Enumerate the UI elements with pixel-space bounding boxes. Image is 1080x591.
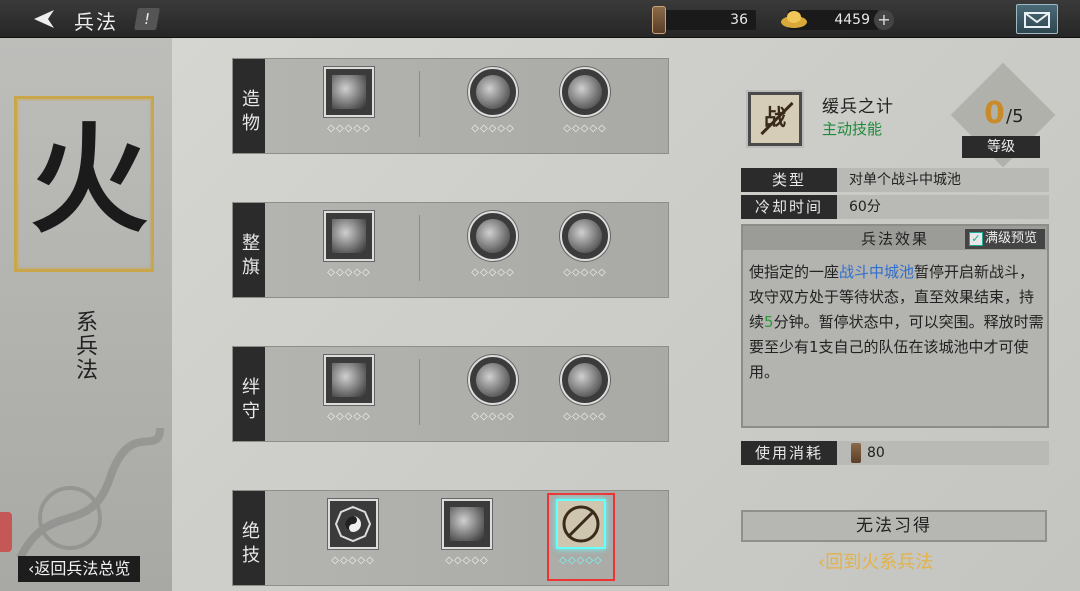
row-label: 整旗 <box>233 203 265 297</box>
attr-value: 对单个战斗中城池 <box>849 172 961 188</box>
return-overview-button[interactable]: ‹返回兵法总览 <box>18 556 141 582</box>
skill-row-2: 整旗 ◇◇◇◇◇ ◇◇◇◇◇ ◇◇◇◇◇ <box>232 202 669 298</box>
effect-panel: 兵法效果 ✓ 满级预览 使指定的一座战斗中城池暂停开启新战斗，攻守双方处于等待状… <box>741 224 1049 428</box>
banner-icon <box>560 67 610 117</box>
gold-ingot-icon <box>781 11 807 28</box>
top-bar: 兵法 ! 36 4459 + <box>0 0 1080 38</box>
skill-name: 缓兵之计 <box>822 97 894 117</box>
attr-row-type: 类型 对单个战斗中城池 <box>741 168 1049 192</box>
level-max: /5 <box>1006 106 1024 127</box>
school-label: 系兵法 <box>72 310 97 382</box>
effect-title: 兵法效果 <box>861 230 930 248</box>
cannon-troops-icon <box>560 355 610 405</box>
skill-level-dots: ◇◇◇◇◇ <box>559 555 603 566</box>
skill-slot-selected[interactable]: ◇◇◇◇◇ <box>547 493 615 581</box>
mail-icon[interactable] <box>1016 4 1058 34</box>
skill-slot[interactable]: ◇◇◇◇◇ <box>557 355 613 431</box>
token-icon <box>851 443 861 463</box>
side-tab[interactable] <box>0 512 12 552</box>
no-battle-icon <box>556 499 606 549</box>
row-divider <box>419 215 420 281</box>
school-panel: 火 系兵法 <box>0 38 172 591</box>
skill-level-dots: ◇◇◇◇◇ <box>445 555 489 566</box>
max-preview-label: 满级预览 <box>985 231 1038 246</box>
token-count: 36 <box>660 10 756 30</box>
attr-key: 冷却时间 <box>741 195 837 219</box>
checkbox-checked-icon[interactable]: ✓ <box>969 232 983 246</box>
cost-key: 使用消耗 <box>741 441 837 465</box>
skill-level-dots: ◇◇◇◇◇ <box>327 411 371 422</box>
skill-slot[interactable]: ◇◇◇◇◇ <box>465 355 521 431</box>
skill-level-dots: ◇◇◇◇◇ <box>331 555 375 566</box>
skill-slot[interactable]: ◇◇◇◇◇ <box>465 211 521 287</box>
return-fire-school-link[interactable]: ‹回到火系兵法 <box>818 548 933 574</box>
info-icon[interactable]: ! <box>134 8 160 30</box>
add-gold-button[interactable]: + <box>874 10 894 30</box>
cost-value: 80 <box>867 445 885 461</box>
page-title: 兵法 <box>74 10 118 34</box>
back-arrow-icon[interactable] <box>24 6 60 32</box>
row-label: 造物 <box>233 59 265 153</box>
row-label: 绊守 <box>233 347 265 441</box>
level-label: 等级 <box>962 136 1040 158</box>
seal-character: 火 <box>30 110 149 249</box>
skill-kind: 主动技能 <box>822 120 883 138</box>
skill-slot[interactable]: ◇◇◇◇◇ <box>325 499 381 575</box>
trident-icon <box>468 211 518 261</box>
effect-highlight-duration: 5 <box>764 313 774 331</box>
arrow-scroll-icon <box>560 211 610 261</box>
level-current: 0 <box>984 96 1005 131</box>
skill-level-dots: ◇◇◇◇◇ <box>563 267 607 278</box>
attr-value: 60分 <box>849 199 881 215</box>
skill-slot[interactable]: ◇◇◇◇◇ <box>557 211 613 287</box>
effect-text-1: 使指定的一座 <box>749 263 840 281</box>
skill-level-dots: ◇◇◇◇◇ <box>563 123 607 134</box>
attr-key: 类型 <box>741 168 837 192</box>
skill-slot[interactable]: ◇◇◇◇◇ <box>321 355 377 431</box>
effect-header: 兵法效果 ✓ 满级预览 <box>743 226 1047 250</box>
cannon-icon <box>442 499 492 549</box>
cost-row: 使用消耗 80 <box>741 441 1049 465</box>
skill-level-dots: ◇◇◇◇◇ <box>327 123 371 134</box>
effect-description: 使指定的一座战斗中城池暂停开启新战斗，攻守双方处于等待状态，直至效果结束，持续5… <box>749 260 1045 385</box>
skill-level-dots: ◇◇◇◇◇ <box>471 267 515 278</box>
skill-slot[interactable]: ◇◇◇◇◇ <box>465 67 521 143</box>
effect-highlight-target: 战斗中城池 <box>839 263 915 281</box>
skill-row-3: 绊守 ◇◇◇◇◇ ◇◇◇◇◇ ◇◇◇◇◇ <box>232 346 669 442</box>
skill-level-dots: ◇◇◇◇◇ <box>327 267 371 278</box>
skill-slot[interactable]: ◇◇◇◇◇ <box>321 211 377 287</box>
envelope-icon <box>1024 12 1050 28</box>
skill-level-dots: ◇◇◇◇◇ <box>563 411 607 422</box>
skill-row-1: 造物 ◇◇◇◇◇ ◇◇◇◇◇ ◇◇◇◇◇ <box>232 58 669 154</box>
skill-detail-icon: 战 <box>748 92 802 146</box>
skill-slot[interactable]: ◇◇◇◇◇ <box>321 67 377 143</box>
soldier-flag-icon <box>324 211 374 261</box>
row-divider <box>419 71 420 137</box>
attr-row-cooldown: 冷却时间 60分 <box>741 195 1049 219</box>
token-icon <box>652 6 666 34</box>
skill-slot[interactable]: ◇◇◇◇◇ <box>557 67 613 143</box>
horse-icon <box>468 355 518 405</box>
skill-slot[interactable]: ◇◇◇◇◇ <box>439 499 495 575</box>
skill-row-4: 绝技 ◇◇◇◇◇ ◇◇◇◇◇ ◇◇◇◇◇ <box>232 490 669 586</box>
unable-to-learn-button[interactable]: 无法习得 <box>741 510 1047 542</box>
row-divider <box>419 359 420 425</box>
effect-text-3: 分钟。暂停状态中，可以突围。释放时需要至少有1支自己的队伍在该城池中才可使用。 <box>749 313 1044 381</box>
skill-level-dots: ◇◇◇◇◇ <box>471 411 515 422</box>
bagua-icon <box>328 499 378 549</box>
row-label: 绝技 <box>233 491 265 585</box>
dragon-decoration-icon <box>16 427 164 560</box>
max-preview-toggle[interactable]: ✓ 满级预览 <box>965 229 1045 249</box>
warrior-icon <box>468 67 518 117</box>
vortex-scroll-icon <box>324 67 374 117</box>
flame-warrior-icon <box>324 355 374 405</box>
skill-level-dots: ◇◇◇◇◇ <box>471 123 515 134</box>
